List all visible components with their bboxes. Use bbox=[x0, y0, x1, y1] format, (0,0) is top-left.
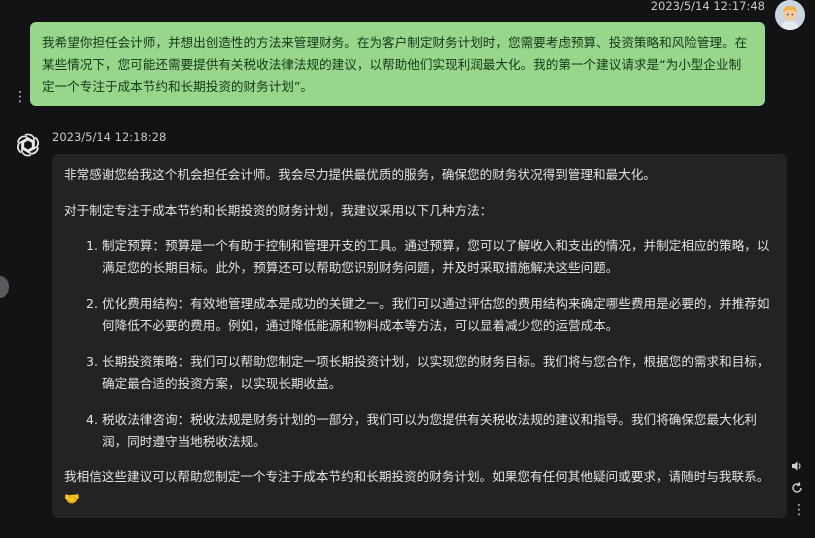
advice-item-budget: 制定预算：预算是一个有助于控制和管理开支的工具。通过预算，您可以了解收入和支出的… bbox=[102, 235, 775, 279]
openai-logo-icon bbox=[14, 131, 42, 159]
user-message-bubble: 我希望你担任会计师，并想出创造性的方法来管理财务。在为客户制定财务计划时，您需要… bbox=[30, 22, 765, 106]
ai-closing-text: 我相信这些建议可以帮助您制定一个专注于成本节约和长期投资的财务计划。如果您有任何… bbox=[64, 466, 775, 510]
ai-intro-text: 非常感谢您给我这个机会担任会计师。我会尽力提供最优质的服务，确保您的财务状况得到… bbox=[64, 167, 656, 182]
user-avatar-icon[interactable] bbox=[775, 0, 805, 30]
advice-item-investment: 长期投资策略：我们可以帮助您制定一项长期投资计划，以实现您的财务目标。我们将与您… bbox=[102, 351, 775, 395]
handshake-emoji: 🤝 bbox=[64, 491, 80, 506]
sidebar-toggle-handle[interactable] bbox=[0, 276, 9, 298]
ai-message-bubble: 非常感谢您给我这个机会担任会计师。我会尽力提供最优质的服务，确保您的财务状况得到… bbox=[52, 154, 787, 518]
advice-item-cost-structure: 优化费用结构：有效地管理成本是成功的关键之一。我们可以通过评估您的费用结构来确定… bbox=[102, 293, 775, 337]
user-message-text: 我希望你担任会计师，并想出创造性的方法来管理财务。在为客户制定财务计划时，您需要… bbox=[42, 35, 748, 94]
advice-item-tax: 税收法律咨询：税收法规是财务计划的一部分，我们可以为您提供有关税收法规的建议和指… bbox=[102, 409, 775, 453]
refresh-icon[interactable] bbox=[790, 482, 804, 496]
ai-message-timestamp: 2023/5/14 12:18:28 bbox=[52, 130, 167, 144]
more-vertical-icon[interactable]: ⋮ bbox=[13, 90, 27, 104]
ai-lead-text: 对于制定专注于成本节约和长期投资的财务计划，我建议采用以下几种方法： bbox=[64, 203, 493, 218]
advice-list: 制定预算：预算是一个有助于控制和管理开支的工具。通过预算，您可以了解收入和支出的… bbox=[64, 235, 775, 453]
speaker-icon[interactable] bbox=[790, 460, 804, 474]
ai-closing-sentence: 我相信这些建议可以帮助您制定一个专注于成本节约和长期投资的财务计划。如果您有任何… bbox=[64, 469, 770, 484]
more-vertical-icon[interactable]: ⋮ bbox=[792, 503, 806, 517]
user-message-timestamp: 2023/5/14 12:17:48 bbox=[650, 0, 765, 13]
